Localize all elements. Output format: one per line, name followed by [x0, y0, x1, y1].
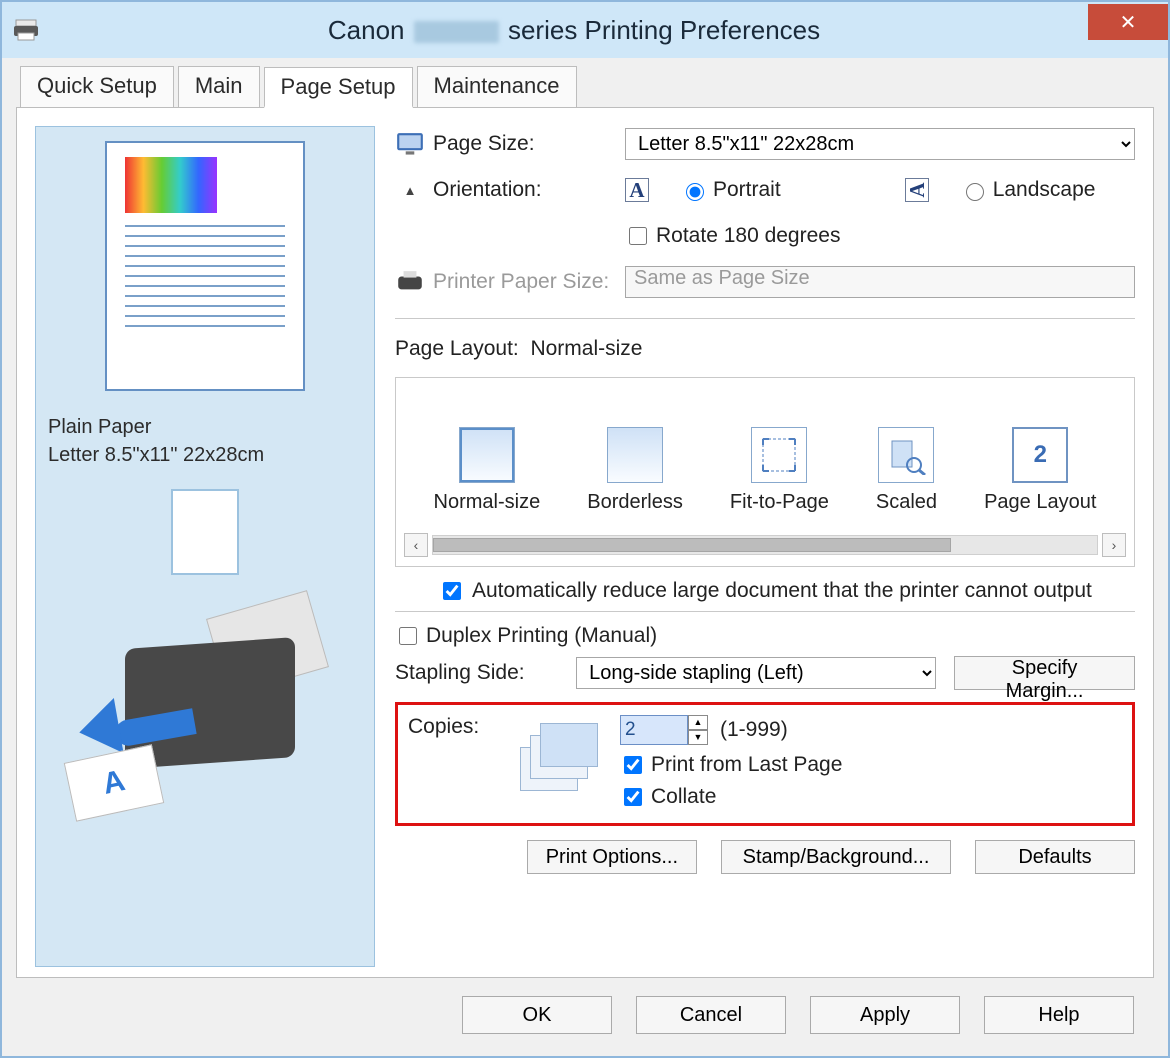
titlebar: Canon series Printing Preferences ✕ — [2, 2, 1168, 58]
printer-small-icon — [395, 269, 425, 295]
row-page-size: Page Size: Letter 8.5"x11" 22x28cm — [395, 126, 1135, 162]
title-blurred-model — [414, 21, 499, 43]
tab-maintenance[interactable]: Maintenance — [417, 66, 577, 107]
auto-reduce-checkbox[interactable]: Automatically reduce large document that… — [439, 579, 1135, 603]
defaults-button[interactable]: Defaults — [975, 840, 1135, 874]
scroll-track[interactable] — [432, 535, 1098, 555]
action-row: Print Options... Stamp/Background... Def… — [395, 840, 1135, 874]
layout-borderless[interactable]: Borderless — [587, 427, 683, 514]
ok-button[interactable]: OK — [462, 996, 612, 1034]
portrait-radio-input[interactable] — [686, 183, 704, 201]
orientation-label: Orientation: — [433, 178, 542, 202]
window-title: Canon series Printing Preferences — [60, 15, 1088, 46]
printer-icon — [12, 18, 40, 42]
preview-spectrum — [125, 157, 217, 213]
window: Canon series Printing Preferences ✕ Quic… — [0, 0, 1170, 1058]
row-rotate: Rotate 180 degrees — [395, 218, 1135, 254]
preview-size: Letter 8.5"x11" 22x28cm — [48, 441, 264, 469]
collate-input[interactable] — [624, 788, 642, 806]
help-button[interactable]: Help — [984, 996, 1134, 1034]
landscape-radio[interactable]: Landscape — [961, 178, 1096, 202]
stamp-background-button[interactable]: Stamp/Background... — [721, 840, 951, 874]
tab-main[interactable]: Main — [178, 66, 260, 107]
rotate-checkbox[interactable]: Rotate 180 degrees — [625, 224, 840, 248]
copies-section: Copies: ▲ ▼ — [395, 702, 1135, 826]
page-layout-label: Page Layout: — [395, 337, 519, 361]
apply-button[interactable]: Apply — [810, 996, 960, 1034]
row-orientation: ▲ Orientation: A Portrait A Landscape — [395, 172, 1135, 208]
layout-scrollbar[interactable]: ‹ › — [404, 532, 1126, 558]
copies-up-button[interactable]: ▲ — [688, 715, 708, 730]
layout-scaled[interactable]: Scaled — [876, 427, 937, 514]
copies-spinner[interactable]: ▲ ▼ — [620, 715, 708, 745]
printer-paper-select: Same as Page Size — [625, 266, 1135, 298]
monitor-icon — [395, 131, 425, 157]
specify-margin-button[interactable]: Specify Margin... — [954, 656, 1135, 690]
printer-illustration: A — [65, 603, 345, 813]
printer-paper-label: Printer Paper Size: — [433, 270, 609, 294]
title-prefix: Canon — [328, 15, 405, 45]
preview-pane: Plain Paper Letter 8.5"x11" 22x28cm A — [35, 126, 375, 967]
stapling-select[interactable]: Long-side stapling (Left) — [576, 657, 936, 689]
scroll-left-button[interactable]: ‹ — [404, 533, 428, 557]
landscape-a-icon: A — [905, 178, 929, 202]
copies-down-button[interactable]: ▼ — [688, 730, 708, 745]
orientation-icon: ▲ — [395, 177, 425, 203]
preview-label: Plain Paper Letter 8.5"x11" 22x28cm — [48, 413, 264, 469]
auto-reduce-input[interactable] — [443, 582, 461, 600]
print-from-last-checkbox[interactable]: Print from Last Page — [620, 753, 842, 777]
duplex-input[interactable] — [399, 627, 417, 645]
portrait-a-icon: A — [625, 178, 649, 202]
tab-body: Plain Paper Letter 8.5"x11" 22x28cm A Pa… — [16, 107, 1154, 978]
close-button[interactable]: ✕ — [1088, 4, 1168, 40]
collate-checkbox[interactable]: Collate — [620, 785, 842, 809]
stapling-label: Stapling Side: — [395, 661, 558, 685]
rotate-checkbox-input[interactable] — [629, 227, 647, 245]
portrait-radio[interactable]: Portrait — [681, 178, 781, 202]
settings-pane: Page Size: Letter 8.5"x11" 22x28cm ▲ Ori… — [395, 126, 1135, 967]
layout-fit-to-page[interactable]: Fit-to-Page — [730, 427, 829, 514]
copies-input[interactable] — [620, 715, 688, 745]
title-suffix: series Printing Preferences — [508, 15, 820, 45]
landscape-radio-input[interactable] — [966, 183, 984, 201]
layout-page-layout[interactable]: 2 Page Layout — [984, 427, 1096, 514]
scroll-thumb[interactable] — [433, 538, 951, 552]
tab-page-setup[interactable]: Page Setup — [264, 67, 413, 108]
page-size-select[interactable]: Letter 8.5"x11" 22x28cm — [625, 128, 1135, 160]
preview-page — [105, 141, 305, 391]
layout-normal-size[interactable]: Normal-size — [434, 427, 541, 514]
duplex-checkbox[interactable]: Duplex Printing (Manual) — [395, 624, 1135, 648]
print-from-last-input[interactable] — [624, 756, 642, 774]
page-layout-current: Normal-size — [530, 337, 642, 361]
layout-strip: Normal-size Borderless Fit-to-Page Scale… — [395, 377, 1135, 567]
page-size-label: Page Size: — [433, 132, 535, 156]
tab-strip: Quick Setup Main Page Setup Maintenance — [2, 58, 1168, 107]
copies-range: (1-999) — [720, 718, 788, 742]
row-printer-paper: Printer Paper Size: Same as Page Size — [395, 264, 1135, 300]
print-options-button[interactable]: Print Options... — [527, 840, 697, 874]
preview-media: Plain Paper — [48, 413, 264, 441]
scroll-right-button[interactable]: › — [1102, 533, 1126, 557]
row-stapling: Stapling Side: Long-side stapling (Left)… — [395, 656, 1135, 690]
cancel-button[interactable]: Cancel — [636, 996, 786, 1034]
dialog-buttons: OK Cancel Apply Help — [2, 978, 1168, 1056]
copies-stack-icon — [508, 717, 600, 809]
copies-label: Copies: — [408, 715, 488, 809]
row-page-layout-label: Page Layout: Normal-size — [395, 331, 1135, 367]
preview-thumb[interactable] — [171, 489, 239, 575]
tab-quick-setup[interactable]: Quick Setup — [20, 66, 174, 107]
